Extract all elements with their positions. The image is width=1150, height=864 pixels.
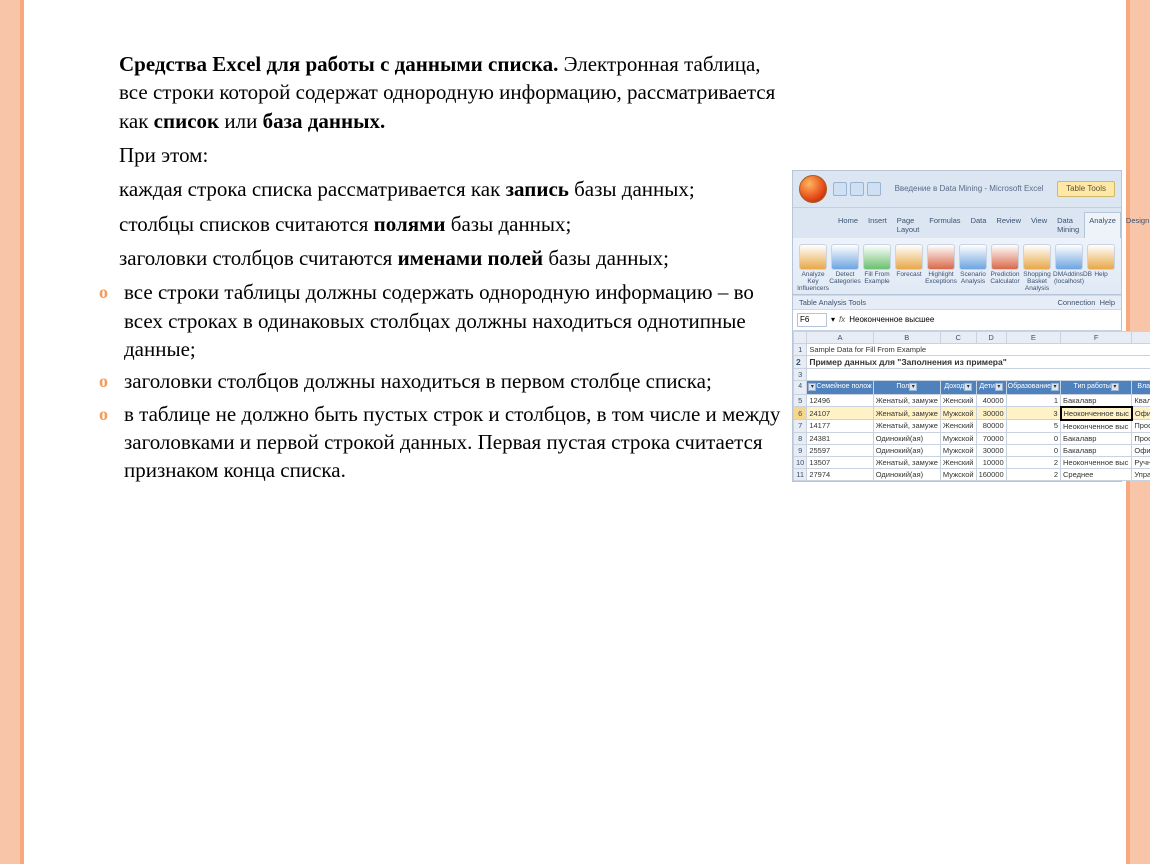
ribbon-group-labels: Table Analysis Tools Connection Help bbox=[793, 295, 1121, 310]
paragraph-5: заголовки столбцов считаются именами пол… bbox=[74, 244, 794, 272]
qat-save-icon[interactable] bbox=[833, 182, 847, 196]
paragraph-4: столбцы списков считаются полями базы да… bbox=[74, 210, 794, 238]
ribbon-icon[interactable] bbox=[991, 244, 1019, 270]
data-row[interactable]: 1127974Одинокий(ая)Мужской1600002Среднее… bbox=[794, 468, 1150, 480]
data-row[interactable]: 925597Одинокий(ая)Мужской300000БакалаврО… bbox=[794, 444, 1150, 456]
bullet-list: все строки таблицы должны содержать одно… bbox=[74, 278, 794, 484]
ribbon-icon[interactable] bbox=[799, 244, 827, 270]
office-button-icon[interactable] bbox=[799, 175, 827, 203]
quick-access-toolbar bbox=[833, 182, 881, 196]
ribbon-labels-row: Analyze Key Influencers Detect Categorie… bbox=[797, 272, 1117, 292]
table-header-row[interactable]: 4 ▾Семейное полож Пол▾ Доход▾ Дети▾ Обра… bbox=[794, 381, 1150, 394]
data-row[interactable]: 714177Женатый, замужеЖенский800005Неокон… bbox=[794, 420, 1150, 433]
tab-insert[interactable]: Insert bbox=[863, 212, 892, 238]
tab-view[interactable]: View bbox=[1026, 212, 1052, 238]
data-row[interactable]: 2Пример данных для "Заполнения из пример… bbox=[794, 356, 1150, 369]
contextual-tab[interactable]: Table Tools bbox=[1057, 181, 1115, 197]
ribbon-icon[interactable] bbox=[1023, 244, 1051, 270]
paragraph-3: каждая строка списка рассматривается как… bbox=[74, 175, 794, 203]
tab-pagelayout[interactable]: Page Layout bbox=[892, 212, 925, 238]
ribbon-icon[interactable] bbox=[863, 244, 891, 270]
data-row[interactable]: 1013507Женатый, замужеЖенский100002Неоко… bbox=[794, 456, 1150, 468]
spreadsheet-grid[interactable]: A B C D E F G H 1Sample Data for Fill Fr… bbox=[793, 331, 1150, 481]
text-content: Средства Excel для работы с данными спис… bbox=[74, 50, 794, 489]
paragraph-1: Средства Excel для работы с данными спис… bbox=[74, 50, 794, 135]
data-row[interactable]: 3 bbox=[794, 369, 1150, 381]
tab-design[interactable]: Design bbox=[1121, 212, 1150, 238]
ribbon-icon[interactable] bbox=[1087, 244, 1115, 270]
qat-redo-icon[interactable] bbox=[867, 182, 881, 196]
ribbon-icon[interactable] bbox=[927, 244, 955, 270]
name-box-dropdown-icon[interactable]: ▾ bbox=[831, 315, 835, 325]
filter-dropdown-icon[interactable]: ▾ bbox=[995, 383, 1003, 391]
filter-dropdown-icon[interactable]: ▾ bbox=[1111, 383, 1119, 391]
column-headers: A B C D E F G H bbox=[794, 332, 1150, 344]
ribbon-icon[interactable] bbox=[831, 244, 859, 270]
excel-screenshot: Введение в Data Mining - Microsoft Excel… bbox=[792, 170, 1122, 482]
data-row[interactable]: 512496Женатый, замужеЖенский400001Бакала… bbox=[794, 394, 1150, 407]
name-box[interactable]: F6 bbox=[797, 313, 827, 327]
bullet-1: все строки таблицы должны содержать одно… bbox=[104, 278, 794, 363]
tab-formulas[interactable]: Formulas bbox=[924, 212, 965, 238]
tab-data[interactable]: Data bbox=[966, 212, 992, 238]
window-title: Введение в Data Mining - Microsoft Excel bbox=[881, 184, 1057, 194]
ribbon-icon[interactable] bbox=[959, 244, 987, 270]
titlebar: Введение в Data Mining - Microsoft Excel… bbox=[793, 171, 1121, 208]
filter-dropdown-icon[interactable]: ▾ bbox=[1051, 383, 1059, 391]
data-row[interactable]: 1Sample Data for Fill From Example bbox=[794, 344, 1150, 356]
data-row[interactable]: 624107Женатый, замужеМужской300003Неокон… bbox=[794, 407, 1150, 420]
ribbon-tabs: Home Insert Page Layout Formulas Data Re… bbox=[793, 208, 1121, 238]
tab-datamining[interactable]: Data Mining bbox=[1052, 212, 1084, 238]
formula-text[interactable]: Неоконченное высшее bbox=[849, 315, 934, 325]
fx-icon[interactable]: fx bbox=[839, 315, 845, 325]
bold: база данных. bbox=[263, 109, 386, 133]
tab-analyze[interactable]: Analyze bbox=[1084, 212, 1121, 238]
tab-home[interactable]: Home bbox=[833, 212, 863, 238]
ribbon-body: Analyze Key Influencers Detect Categorie… bbox=[793, 238, 1121, 295]
text-span: или bbox=[219, 109, 262, 133]
paragraph-2: При этом: bbox=[74, 141, 794, 169]
bullet-3: в таблице не должно быть пустых строк и … bbox=[104, 400, 794, 485]
filter-dropdown-icon[interactable]: ▾ bbox=[964, 383, 972, 391]
ribbon-icon[interactable] bbox=[1055, 244, 1083, 270]
slide-frame: Средства Excel для работы с данными спис… bbox=[20, 0, 1130, 864]
ribbon-icons-row bbox=[797, 244, 1117, 270]
formula-bar: F6 ▾ fx Неоконченное высшее bbox=[793, 310, 1121, 331]
filter-dropdown-icon[interactable]: ▾ bbox=[909, 383, 917, 391]
bold-title: Средства Excel для работы с данными спис… bbox=[119, 52, 558, 76]
bullet-2: заголовки столбцов должны находиться в п… bbox=[104, 367, 794, 395]
bold: список bbox=[154, 109, 219, 133]
qat-undo-icon[interactable] bbox=[850, 182, 864, 196]
data-row[interactable]: 824381Одинокий(ая)Мужской700000БакалаврП… bbox=[794, 432, 1150, 444]
ribbon-icon[interactable] bbox=[895, 244, 923, 270]
tab-review[interactable]: Review bbox=[991, 212, 1026, 238]
